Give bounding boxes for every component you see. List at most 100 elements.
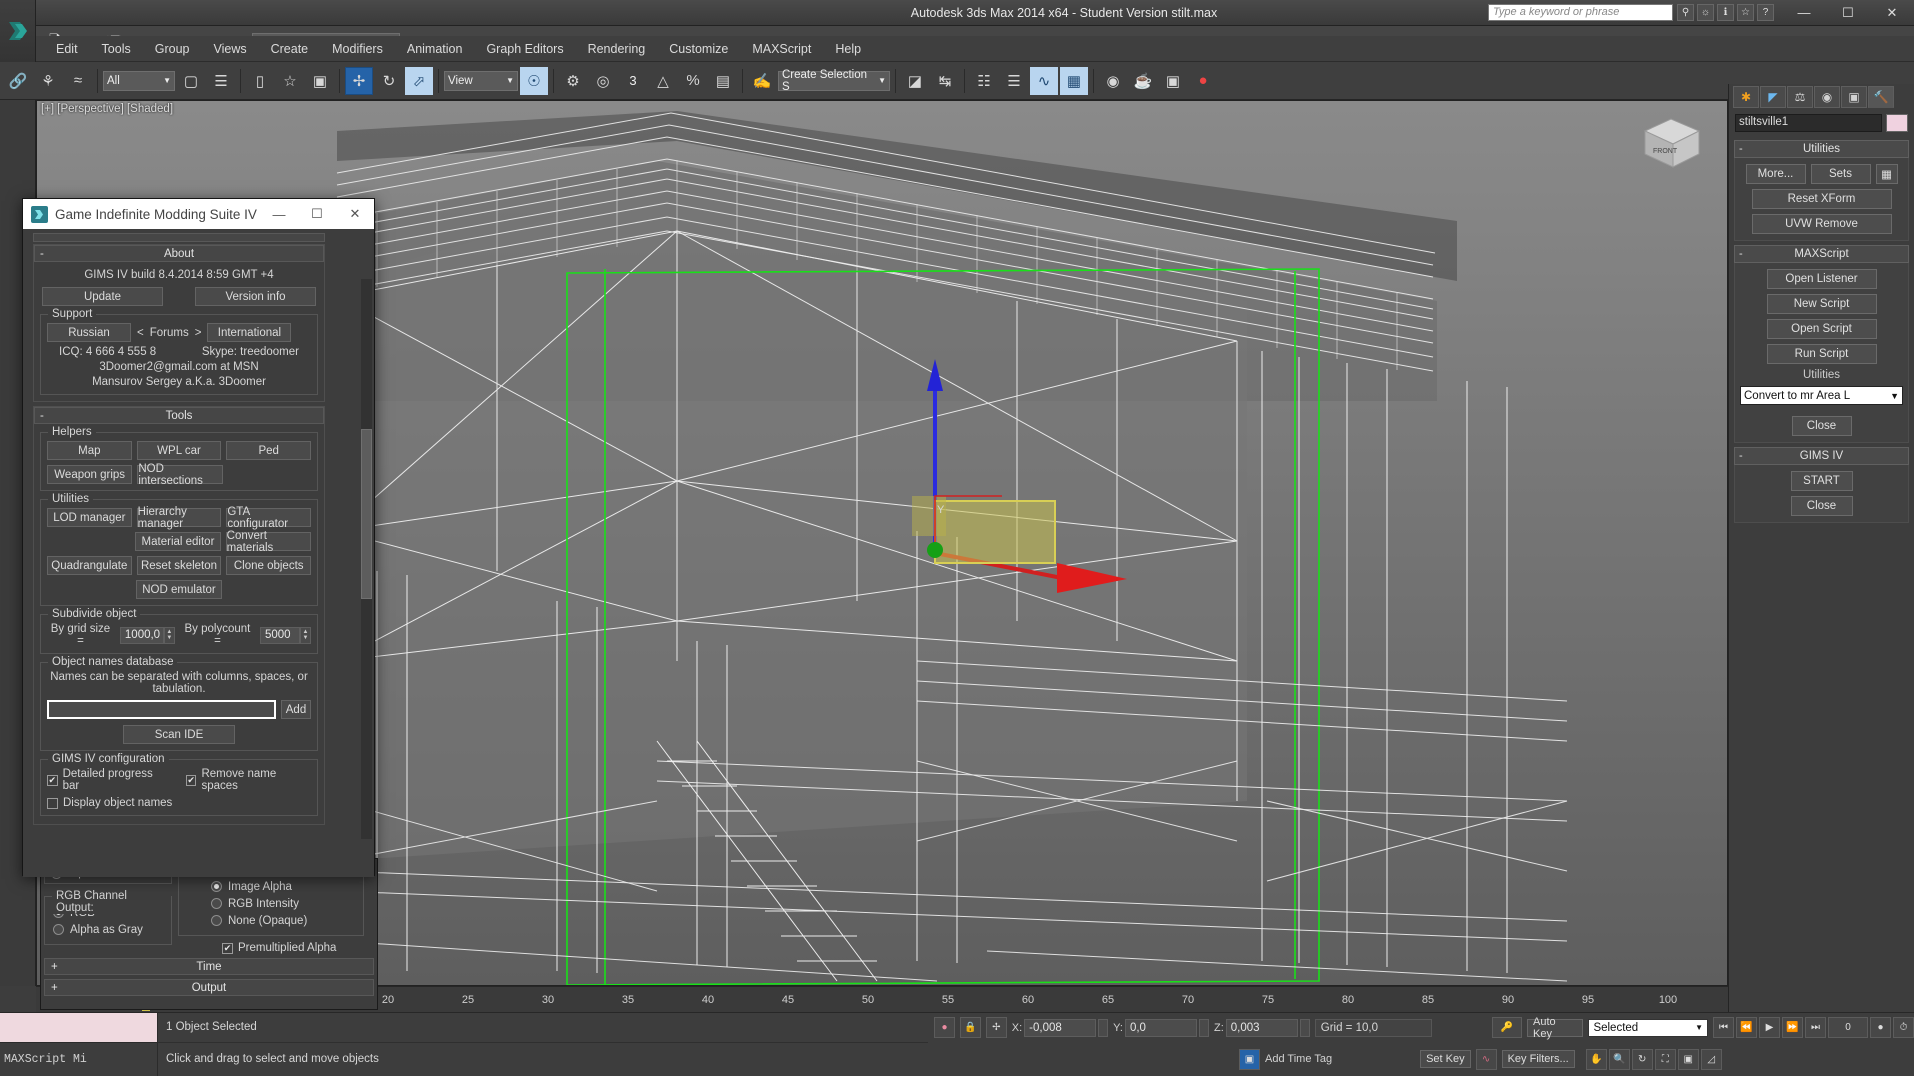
alpha-option-rgb-intensity[interactable]: RGB Intensity — [187, 895, 357, 912]
add-time-tag-icon[interactable]: ▣ — [1239, 1048, 1260, 1070]
percent-snap-icon[interactable]: % — [679, 67, 707, 95]
alpha-option-none-opaque[interactable]: None (Opaque) — [187, 912, 357, 929]
names-text-input[interactable] — [47, 700, 276, 719]
previous-frame-icon[interactable]: ⏪ — [1735, 1017, 1757, 1039]
minimize-button[interactable]: — — [1782, 0, 1826, 26]
open-script-button[interactable]: Open Script — [1766, 319, 1877, 339]
layer-manager-icon[interactable]: ☷ — [970, 67, 998, 95]
edit-named-selection-sets-icon[interactable]: ✍ — [748, 67, 776, 95]
quadrangulate-button[interactable]: Quadrangulate — [47, 556, 132, 575]
y-coordinate-field[interactable]: Y: 0,0 — [1113, 1018, 1209, 1037]
motion-tab[interactable]: ◉ — [1814, 86, 1840, 108]
scene-explorer-icon[interactable]: ☰ — [1000, 67, 1028, 95]
unlink-selection-icon[interactable]: ⚘ — [34, 67, 62, 95]
named-selection-set-dropdown[interactable]: Create Selection S ▼ — [778, 69, 890, 93]
update-button[interactable]: Update — [42, 287, 163, 306]
detailed-progress-bar-checkbox[interactable]: Detailed progress bar — [47, 768, 168, 792]
select-and-scale-icon[interactable]: ⬀ — [405, 66, 433, 95]
search-icon[interactable]: ⚲ — [1677, 4, 1694, 21]
menu-item-maxscript[interactable]: MAXScript — [740, 39, 823, 59]
rgb-option-alpha-as-gray[interactable]: Alpha as Gray — [53, 921, 165, 938]
reset-xform-button[interactable]: Reset XForm — [1751, 189, 1892, 209]
application-logo[interactable] — [0, 0, 36, 62]
current-frame-field[interactable]: 0 — [1827, 1017, 1868, 1039]
key-icon[interactable]: 🔑 — [1492, 1017, 1522, 1039]
uvw-remove-button[interactable]: UVW Remove — [1751, 214, 1892, 234]
zoom-extents-icon[interactable]: ⛶ — [1654, 1048, 1676, 1070]
menu-item-create[interactable]: Create — [259, 39, 321, 59]
time-configuration-icon[interactable]: ⏱ — [1892, 1017, 1914, 1039]
orbit-icon[interactable]: ↻ — [1631, 1048, 1653, 1070]
russian-forum-button[interactable]: Russian — [47, 323, 131, 342]
viewport-label[interactable]: [+] [Perspective] [Shaded] — [41, 103, 173, 115]
rollout-gims-header[interactable]: - GIMS IV — [1734, 447, 1909, 465]
key-mode-toggle-icon[interactable]: ● — [1869, 1017, 1891, 1039]
rollout-time[interactable]: + Time — [44, 958, 374, 975]
helper-nod-intersections-button[interactable]: NOD intersections — [137, 463, 223, 487]
set-key-button[interactable]: Set Key — [1420, 1050, 1471, 1069]
menu-item-edit[interactable]: Edit — [44, 39, 90, 59]
helper-ped-button[interactable]: Ped — [226, 441, 312, 460]
sets-button[interactable]: Sets — [1810, 164, 1871, 184]
maxscript-listener-label[interactable]: MAXScript Mi — [0, 1043, 157, 1076]
render-production-icon[interactable]: ● — [1189, 67, 1217, 95]
helper-weapon-grips-button[interactable]: Weapon grips — [47, 465, 133, 484]
snaps-toggle-icon[interactable]: ◎ — [589, 67, 617, 95]
gims-close-button[interactable]: Close — [1790, 496, 1853, 516]
new-script-button[interactable]: New Script — [1766, 294, 1877, 314]
modify-tab[interactable]: ◤ — [1760, 86, 1786, 108]
close-button[interactable]: ✕ — [1870, 0, 1914, 26]
international-forum-button[interactable]: International — [207, 323, 292, 342]
configure-button-sets-icon[interactable]: ▦ — [1875, 164, 1898, 184]
menu-item-rendering[interactable]: Rendering — [576, 39, 658, 59]
absolute-relative-icon[interactable]: ✢ — [985, 1017, 1007, 1039]
display-object-names-checkbox[interactable]: Display object names — [47, 797, 311, 809]
view-cube[interactable]: FRONT — [1635, 111, 1709, 175]
gims-about-header[interactable]: - About — [34, 245, 324, 262]
maximize-button[interactable]: ☐ — [1826, 0, 1870, 26]
premultiplied-alpha-checkbox[interactable]: Premultiplied Alpha — [178, 936, 364, 954]
key-mode-dropdown[interactable]: Selected ▼ — [1588, 1018, 1708, 1037]
nod-emulator-button[interactable]: NOD emulator — [136, 580, 222, 599]
more-button[interactable]: More... — [1745, 164, 1806, 184]
reset-skeleton-button[interactable]: Reset skeleton — [136, 556, 222, 575]
material-editor-button[interactable]: Material editor — [135, 532, 221, 551]
maxscript-close-button[interactable]: Close — [1791, 416, 1852, 436]
zoom-icon[interactable]: 🔍 — [1608, 1048, 1630, 1070]
bind-space-warp-icon[interactable]: ≈ — [64, 67, 92, 95]
gims-start-button[interactable]: START — [1790, 471, 1853, 491]
add-time-tag-label[interactable]: Add Time Tag — [1265, 1053, 1332, 1065]
play-animation-icon[interactable]: ▶ — [1758, 1017, 1780, 1039]
menu-item-animation[interactable]: Animation — [395, 39, 475, 59]
fence-selection-region-icon[interactable]: ☆ — [276, 67, 304, 95]
spinner-snap-icon[interactable]: ▤ — [709, 67, 737, 95]
reference-coordinate-dropdown[interactable]: View ▼ — [444, 70, 518, 91]
utilities-tab[interactable]: 🔨 — [1868, 86, 1894, 108]
menu-item-tools[interactable]: Tools — [90, 39, 143, 59]
pin-icon[interactable]: ● — [934, 1017, 955, 1039]
display-tab[interactable]: ▣ — [1841, 86, 1867, 108]
z-value[interactable]: 0,003 — [1225, 1018, 1298, 1037]
spinner-arrows-icon[interactable] — [1098, 1018, 1109, 1037]
object-color-swatch[interactable] — [1886, 114, 1908, 132]
select-and-manipulate-icon[interactable]: ⚙ — [559, 67, 587, 95]
field-of-view-icon[interactable]: ◿ — [1700, 1048, 1722, 1070]
help-circle-icon[interactable]: ? — [1757, 4, 1774, 21]
convert-materials-button[interactable]: Convert materials — [225, 530, 311, 554]
spinner-arrows-icon[interactable]: ▲ ▼ — [163, 626, 175, 644]
key-filters-toggle-icon[interactable]: ∿ — [1475, 1048, 1497, 1070]
select-and-rotate-icon[interactable]: ↻ — [375, 67, 403, 95]
rectangular-selection-region-icon[interactable]: ▯ — [246, 67, 274, 95]
maxscript-utilities-dropdown[interactable]: Convert to mr Area L ▼ — [1740, 386, 1903, 405]
rollout-maxscript-header[interactable]: - MAXScript — [1734, 245, 1909, 263]
spinner-arrows-icon[interactable]: ▲ ▼ — [300, 626, 311, 644]
material-editor-icon[interactable]: ◉ — [1099, 67, 1127, 95]
gta-configurator-button[interactable]: GTA configurator — [226, 506, 312, 530]
remove-name-spaces-checkbox[interactable]: Remove name spaces — [185, 768, 311, 792]
polycount-spinner[interactable]: 5000 ▲ ▼ — [260, 626, 311, 644]
spinner-arrows-icon[interactable] — [1299, 1018, 1310, 1037]
gims-minimize-button[interactable]: — — [260, 199, 298, 229]
lock-icon[interactable]: 🔒 — [959, 1017, 981, 1039]
pan-view-icon[interactable]: ✋ — [1585, 1048, 1607, 1070]
alpha-option-image-alpha[interactable]: Image Alpha — [187, 878, 357, 895]
